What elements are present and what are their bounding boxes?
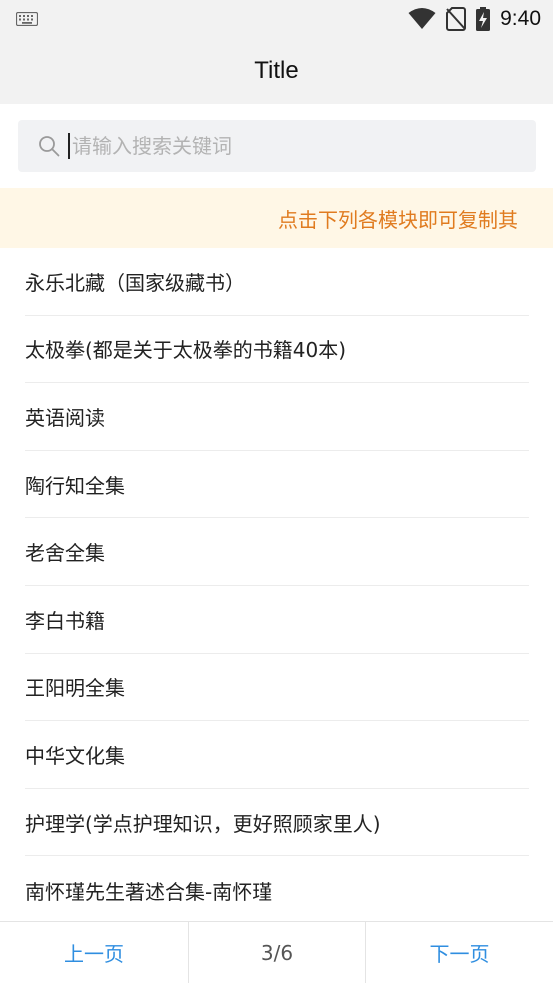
- list-item[interactable]: 陶行知全集: [25, 451, 529, 519]
- list-item[interactable]: 王阳明全集: [25, 654, 529, 722]
- page-indicator: 3/6: [260, 940, 294, 965]
- list-item[interactable]: 中华文化集: [25, 721, 529, 789]
- next-page-button[interactable]: 下一页: [365, 922, 553, 983]
- battery-charging-icon: [476, 7, 491, 31]
- page-title: Title: [254, 57, 299, 84]
- search-section: [0, 104, 553, 188]
- list-item[interactable]: 老舍全集: [25, 518, 529, 586]
- status-bar: 9:40: [0, 0, 553, 38]
- notice-bar: 点击下列各模块即可复制其: [0, 188, 553, 248]
- prev-page-button[interactable]: 上一页: [0, 922, 189, 983]
- pagination: 上一页 3/6 下一页: [0, 921, 553, 983]
- search-icon: [39, 136, 60, 157]
- search-box[interactable]: [18, 120, 536, 172]
- status-icons: 9:40: [408, 6, 541, 32]
- list-item[interactable]: 永乐北藏（国家级藏书）: [25, 248, 529, 316]
- search-input[interactable]: [70, 126, 536, 166]
- book-list: 永乐北藏（国家级藏书） 太极拳(都是关于太极拳的书籍40本) 英语阅读 陶行知全…: [0, 248, 553, 922]
- list-item[interactable]: 南怀瑾先生著述合集-南怀瑾: [25, 856, 529, 922]
- keyboard-icon: [16, 12, 38, 26]
- list-item[interactable]: 李白书籍: [25, 586, 529, 654]
- no-sim-icon: [446, 7, 467, 31]
- status-time: 9:40: [500, 7, 541, 30]
- app-bar: Title: [0, 38, 553, 104]
- list-item[interactable]: 太极拳(都是关于太极拳的书籍40本): [25, 316, 529, 384]
- list-item[interactable]: 护理学(学点护理知识，更好照顾家里人): [25, 789, 529, 857]
- list-item[interactable]: 英语阅读: [25, 383, 529, 451]
- notice-text: 点击下列各模块即可复制其: [278, 208, 518, 232]
- wifi-icon: [408, 8, 436, 29]
